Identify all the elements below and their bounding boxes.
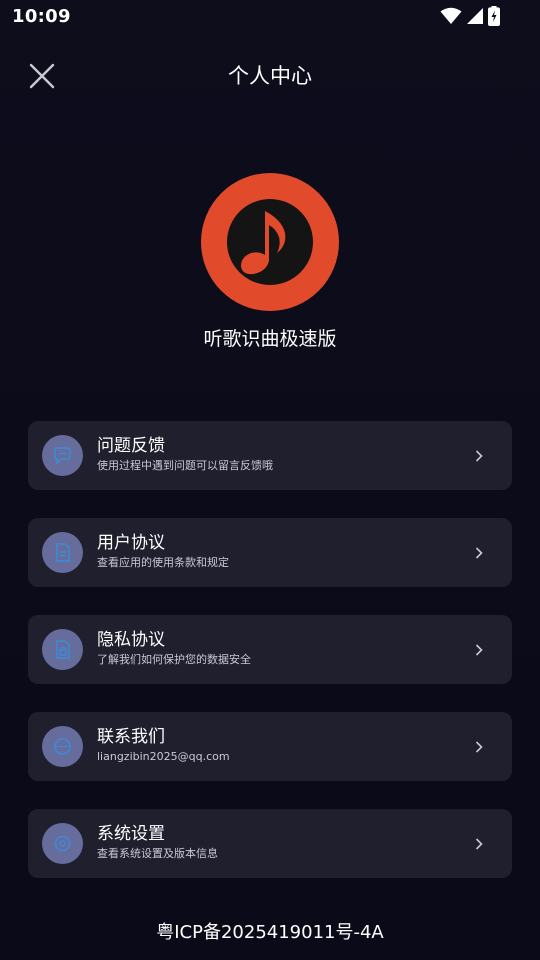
wifi-icon <box>440 7 462 24</box>
music-note-icon <box>201 173 339 311</box>
menu-icon-circle <box>42 726 83 767</box>
status-time: 10:09 <box>12 6 71 27</box>
menu-title: 用户协议 <box>97 533 165 553</box>
menu-item-privacy[interactable]: 隐私协议 了解我们如何保护您的数据安全 <box>28 615 512 684</box>
menu-subtitle: 使用过程中遇到问题可以留言反馈哦 <box>97 459 273 472</box>
menu-title: 联系我们 <box>97 727 165 747</box>
battery-charging-icon <box>488 6 500 26</box>
menu-icon-circle <box>42 532 83 573</box>
menu-subtitle: 查看应用的使用条款和规定 <box>97 556 229 569</box>
chevron-right-icon <box>475 741 483 753</box>
screen: 10:09 个人中心 听歌识曲极速版 问题反馈 使用过程中遇到问题可以留言反馈哦… <box>0 0 540 960</box>
menu-title: 隐私协议 <box>97 630 165 650</box>
menu-item-feedback[interactable]: 问题反馈 使用过程中遇到问题可以留言反馈哦 <box>28 421 512 490</box>
chevron-right-icon <box>475 644 483 656</box>
status-bar: 10:09 <box>0 0 540 34</box>
menu-subtitle: 了解我们如何保护您的数据安全 <box>97 653 251 666</box>
menu-subtitle: 查看系统设置及版本信息 <box>97 847 218 860</box>
menu-item-contact[interactable]: 联系我们 liangzibin2025@qq.com <box>28 712 512 781</box>
page-title: 个人中心 <box>228 64 312 88</box>
settings-icon <box>54 835 71 852</box>
menu-icon-circle <box>42 629 83 670</box>
menu-title: 系统设置 <box>97 824 165 844</box>
menu-subtitle: liangzibin2025@qq.com <box>97 750 230 763</box>
status-icons <box>440 6 500 26</box>
menu-item-settings[interactable]: 系统设置 查看系统设置及版本信息 <box>28 809 512 878</box>
app-name: 听歌识曲极速版 <box>203 328 337 350</box>
chevron-right-icon <box>475 838 483 850</box>
document-icon <box>56 543 70 562</box>
privacy-icon <box>56 640 70 659</box>
menu-icon-circle <box>42 435 83 476</box>
menu-title: 问题反馈 <box>97 436 165 456</box>
icp-footer[interactable]: 粤ICP备2025419011号-4A <box>0 920 540 946</box>
feedback-icon <box>54 447 71 465</box>
contact-icon <box>54 738 71 755</box>
app-logo <box>201 173 339 311</box>
menu-icon-circle <box>42 823 83 864</box>
cellular-signal-icon <box>467 8 483 24</box>
chevron-right-icon <box>475 547 483 559</box>
menu-item-user-agreement[interactable]: 用户协议 查看应用的使用条款和规定 <box>28 518 512 587</box>
chevron-right-icon <box>475 450 483 462</box>
